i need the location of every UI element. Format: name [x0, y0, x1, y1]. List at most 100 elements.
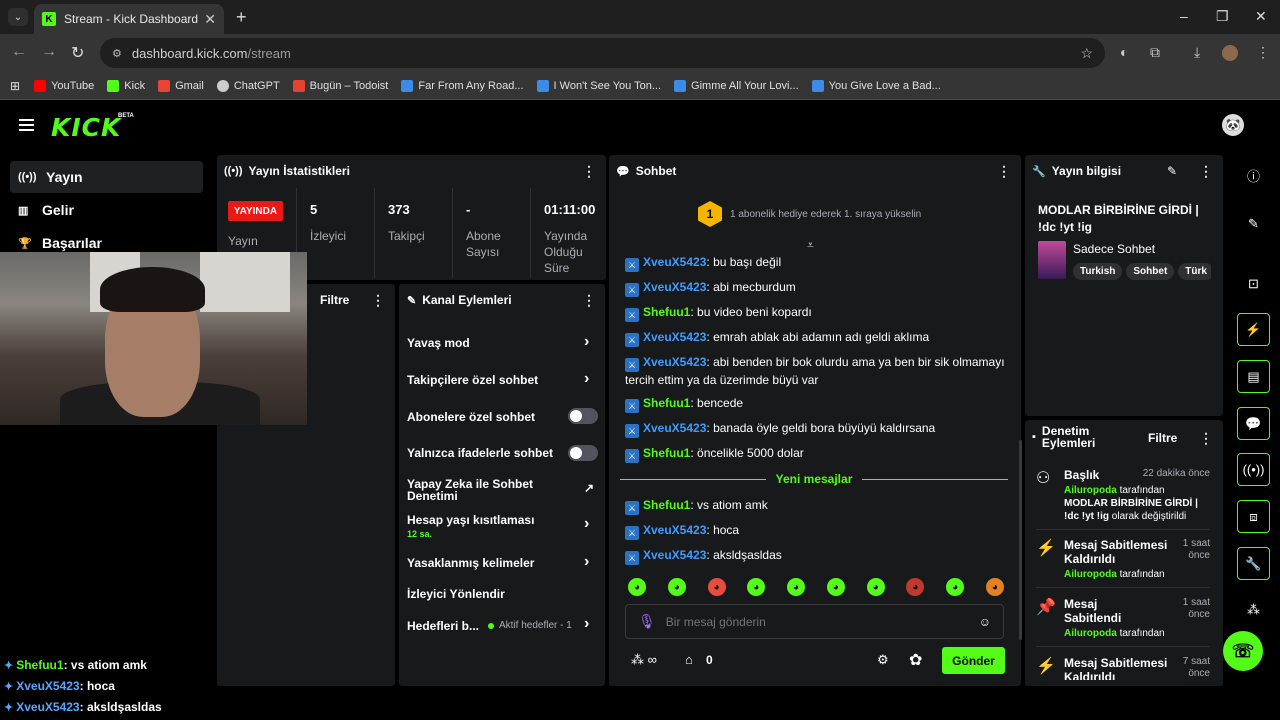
- emote-icon[interactable]: ◕: [985, 578, 1004, 596]
- emote-icon[interactable]: ◕: [747, 578, 766, 596]
- microphone-icon[interactable]: 🎙: [638, 613, 656, 630]
- back-icon[interactable]: ←: [11, 43, 27, 61]
- slow-mode-action[interactable]: Yavaş mod: [407, 337, 470, 349]
- stream-info-menu-icon[interactable]: ⋮: [1199, 163, 1213, 180]
- category-name[interactable]: Sadece Sohbet: [1073, 242, 1155, 256]
- notes-icon[interactable]: ▤: [1237, 360, 1270, 393]
- help-support-icon[interactable]: ☏: [1223, 631, 1263, 671]
- download-icon[interactable]: ⤓: [1194, 44, 1200, 61]
- bookmark-chatgpt[interactable]: ChatGPT: [216, 79, 280, 92]
- emote-only-toggle[interactable]: [568, 445, 598, 461]
- emote-icon[interactable]: ◕: [628, 578, 646, 596]
- chat-username[interactable]: XveuX5423: [643, 523, 706, 537]
- browser-menu-icon[interactable]: ⋮: [1256, 44, 1270, 61]
- info-icon[interactable]: ⓘ: [1237, 159, 1270, 192]
- mod-menu-icon[interactable]: ⋮: [1199, 430, 1213, 447]
- chat-icon[interactable]: 💬: [1237, 407, 1270, 440]
- subscribers-only-toggle[interactable]: [568, 408, 598, 424]
- raid-action[interactable]: İzleyici Yönlendir: [407, 588, 505, 600]
- chevron-right-icon[interactable]: ›: [584, 333, 589, 351]
- emote-icon[interactable]: ◕: [787, 578, 806, 596]
- new-tab-icon[interactable]: +: [236, 7, 247, 28]
- bookmark-kick[interactable]: Kick: [107, 79, 145, 92]
- chat-username[interactable]: Shefuu1: [643, 396, 690, 410]
- chevron-right-icon[interactable]: ›: [584, 553, 589, 571]
- chat-settings-icon[interactable]: ⚙: [877, 652, 889, 668]
- forward-icon[interactable]: →: [41, 43, 57, 61]
- kick-points-icon[interactable]: ⁂ ∞: [631, 652, 657, 668]
- external-link-icon[interactable]: ↗: [584, 481, 594, 495]
- maximize-icon[interactable]: ❐: [1216, 8, 1229, 25]
- menu-icon[interactable]: [19, 119, 34, 131]
- bookmark-star-icon[interactable]: ☆: [1080, 45, 1093, 62]
- emoji-icon[interactable]: ☺: [979, 615, 991, 629]
- followers-only-action[interactable]: Takipçilere özel sohbet: [407, 374, 538, 386]
- bookmark-song-3[interactable]: Gimme All Your Lovi...: [674, 79, 799, 92]
- emote-icon[interactable]: ◕: [707, 578, 726, 596]
- account-age-action[interactable]: Hesap yaşı kısıtlaması 12 sa.: [407, 514, 534, 540]
- profile-avatar[interactable]: [1222, 45, 1238, 61]
- banned-words-action[interactable]: Yasaklanmış kelimeler: [407, 557, 534, 569]
- quick-actions-icon[interactable]: ⚡: [1237, 313, 1270, 346]
- goals-action[interactable]: Hedefleri b...: [407, 620, 479, 632]
- chat-username[interactable]: XveuX5423: [643, 421, 706, 435]
- reload-icon[interactable]: ↻: [71, 43, 84, 63]
- category-thumbnail[interactable]: [1038, 241, 1066, 279]
- chevron-right-icon[interactable]: ›: [584, 515, 589, 533]
- bookmark-gmail[interactable]: Gmail: [158, 79, 204, 92]
- broadcast-icon[interactable]: ((•)): [1237, 453, 1270, 486]
- chat-username[interactable]: XveuX5423: [643, 255, 706, 269]
- tag[interactable]: Sohbet: [1126, 263, 1175, 280]
- bookmark-song-2[interactable]: I Won't See You Ton...: [536, 79, 661, 92]
- emote-icon[interactable]: ◕: [667, 578, 686, 596]
- gift-leaderboard-banner[interactable]: 11 abonelik hediye ederek 1. sıraya yüks…: [698, 201, 921, 227]
- extension-icon[interactable]: ◐: [1120, 44, 1128, 60]
- chat-menu-icon[interactable]: ⋮: [997, 163, 1011, 180]
- apps-grid-icon[interactable]: ⊞: [10, 79, 20, 93]
- tag[interactable]: Türk: [1178, 263, 1211, 280]
- emote-icon[interactable]: ◕: [906, 578, 925, 596]
- chat-username[interactable]: Shefuu1: [643, 446, 690, 460]
- chat-scrollbar[interactable]: [1019, 440, 1022, 640]
- tag[interactable]: Turkish: [1073, 263, 1123, 280]
- chevron-right-icon[interactable]: ›: [584, 370, 589, 388]
- screenshot-icon[interactable]: ⊡: [1237, 267, 1270, 300]
- quick-emote-icon[interactable]: ✿: [909, 650, 922, 670]
- chat-username[interactable]: XveuX5423: [643, 280, 706, 294]
- chat-input-box[interactable]: 🎙 ☺: [625, 604, 1004, 639]
- points-store-icon[interactable]: ⌂: [685, 652, 693, 667]
- sidebar-item-revenue[interactable]: ▥ Gelir: [10, 194, 203, 226]
- emote-icon[interactable]: ◕: [826, 578, 845, 596]
- edit-icon[interactable]: ✎: [1167, 164, 1177, 178]
- video-icon[interactable]: ⧈: [1237, 500, 1270, 533]
- ai-moderation-action[interactable]: Yapay Zeka ile Sohbet Denetimi: [407, 478, 547, 502]
- emote-icon[interactable]: ◕: [866, 578, 885, 596]
- close-window-icon[interactable]: ✕: [1255, 8, 1267, 25]
- chat-username[interactable]: XveuX5423: [643, 355, 706, 369]
- wrench-icon[interactable]: 🔧: [1237, 547, 1270, 580]
- sidebar-item-stream[interactable]: ((•)) Yayın: [10, 161, 203, 193]
- pinned-collapse-icon[interactable]: ⩡: [807, 238, 814, 253]
- send-button[interactable]: Gönder: [942, 647, 1005, 674]
- bookmark-todoist[interactable]: Bugün – Todoist: [292, 79, 388, 92]
- bookmark-song-4[interactable]: You Give Love a Bad...: [811, 79, 941, 92]
- emote-icon[interactable]: ◕: [946, 578, 965, 596]
- stats-menu-icon[interactable]: ⋮: [582, 163, 596, 180]
- kick-logo[interactable]: KICK: [51, 113, 121, 142]
- browser-tab[interactable]: K Stream - Kick Dashboard ✕: [34, 4, 224, 34]
- channel-actions-menu-icon[interactable]: ⋮: [582, 292, 596, 309]
- user-avatar[interactable]: 🐼: [1222, 114, 1244, 136]
- chat-username[interactable]: XveuX5423: [643, 330, 706, 344]
- tab-search-icon[interactable]: ⌄: [8, 8, 28, 26]
- extensions-puzzle-icon[interactable]: ⧉: [1150, 44, 1160, 61]
- bookmark-song-1[interactable]: Far From Any Road...: [401, 79, 524, 92]
- mod-filter-button[interactable]: Filtre: [1148, 431, 1177, 445]
- chat-message-input[interactable]: [665, 614, 966, 629]
- chat-username[interactable]: Shefuu1: [643, 498, 690, 512]
- site-info-icon[interactable]: ⚙: [112, 47, 122, 60]
- edit-icon[interactable]: ✎: [1237, 207, 1270, 240]
- points-icon[interactable]: ⁂: [1237, 593, 1270, 626]
- minimize-icon[interactable]: –: [1180, 8, 1188, 24]
- bookmark-youtube[interactable]: YouTube: [34, 79, 94, 92]
- chevron-right-icon[interactable]: ›: [584, 615, 589, 633]
